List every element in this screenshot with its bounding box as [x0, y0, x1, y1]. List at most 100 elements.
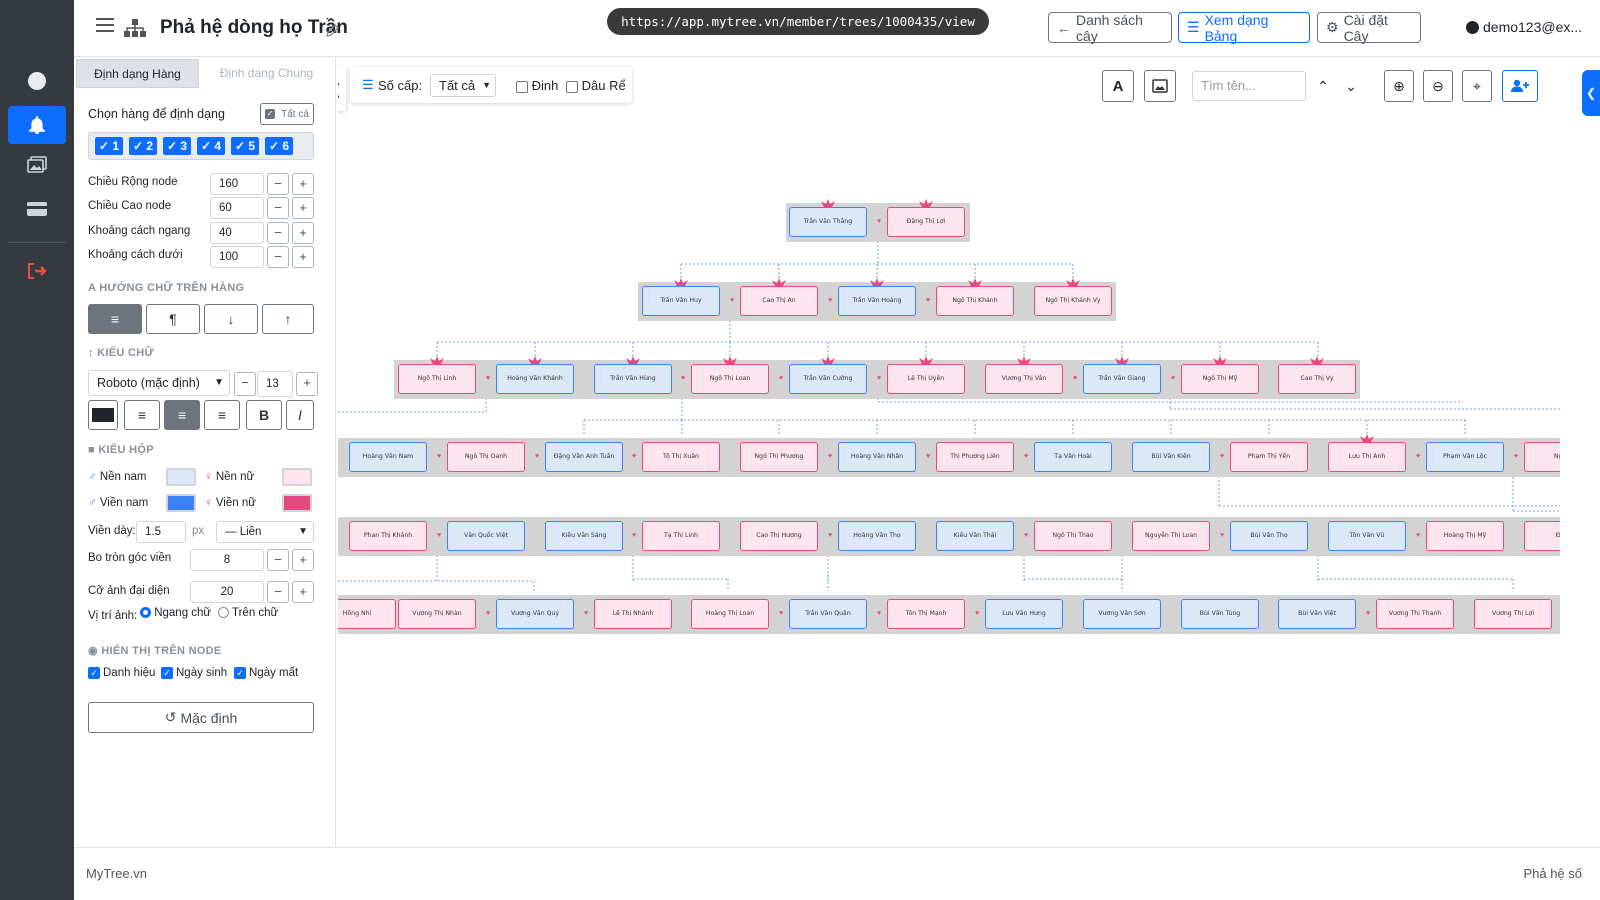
person-node[interactable]: Ngô T [1524, 442, 1560, 472]
search-input[interactable]: Tìm tên... [1192, 71, 1306, 101]
sidebar-item-home[interactable] [8, 62, 66, 100]
person-node[interactable]: Văn Quốc Việt [447, 521, 525, 551]
zoom-in-button[interactable]: ⊕ [1384, 70, 1414, 102]
person-node[interactable]: Ngô Thị Mỹ [1181, 364, 1259, 394]
font-size-increment[interactable]: + [296, 372, 318, 396]
collapse-panel-button[interactable]: ❮ [338, 67, 346, 111]
show-birth-checkbox[interactable]: ✓ Ngày sinh [161, 667, 227, 679]
radius-decrement[interactable]: − [267, 549, 289, 571]
person-node[interactable]: Trần Văn Quân [789, 599, 867, 629]
align-right-button[interactable]: ≡ [204, 400, 240, 430]
person-node[interactable]: Ngô Thị Thảo [1034, 521, 1112, 551]
show-death-checkbox[interactable]: ✓ Ngày mất [234, 667, 298, 679]
font-size-input[interactable]: 13 [257, 371, 293, 397]
person-node[interactable]: Lê Thị Nhành [594, 599, 672, 629]
person-node[interactable]: Thị Phương Liên [936, 442, 1014, 472]
person-node[interactable]: Hoàng Thị Loan [691, 599, 769, 629]
person-node[interactable]: Bùi Văn Kiên [1132, 442, 1210, 472]
hgap-input[interactable]: 40 [210, 222, 264, 244]
vgap-decrement[interactable]: − [267, 246, 289, 268]
search-next-button[interactable]: ⌄ [1340, 70, 1362, 102]
tree-canvas[interactable]: Trần Văn Thắng Đặng Thị Lợi ♥ Trần Văn Huy C… [338, 57, 1560, 847]
bold-button[interactable]: B [246, 400, 282, 430]
person-node[interactable]: Bùi Văn Việt [1278, 599, 1356, 629]
border-width-input[interactable]: 1.5 [136, 521, 186, 543]
row-checkbox-2[interactable]: ✓ 2 [129, 137, 157, 155]
person-node[interactable]: Trần Văn Cường [789, 364, 867, 394]
row-checkbox-4[interactable]: ✓ 4 [197, 137, 225, 155]
person-node[interactable]: Bùi Văn Tùng [1181, 599, 1259, 629]
font-color-button[interactable] [88, 400, 118, 430]
person-node[interactable]: Ngô Thị Phương [740, 442, 818, 472]
table-view-button[interactable]: ☰ Xem dạng Bảng [1178, 12, 1310, 44]
center-button[interactable]: ⌖ [1462, 70, 1492, 102]
text-down-button[interactable]: ↓ [204, 304, 258, 334]
person-node[interactable]: Vương Văn Quý [496, 599, 574, 629]
avatar-size-increment[interactable]: + [292, 581, 314, 603]
person-node[interactable]: Tôn Thị Mạnh [887, 599, 965, 629]
hgap-increment[interactable]: + [292, 222, 314, 244]
person-node[interactable]: Hoàng Văn Thọ [838, 521, 916, 551]
row-checkbox-5[interactable]: ✓ 5 [231, 137, 259, 155]
text-paragraph-button[interactable]: ¶ [146, 304, 200, 334]
person-node[interactable]: Ngô Thị Khánh Vy [1034, 286, 1112, 316]
person-node[interactable]: Ngô Thị Oanh [447, 442, 525, 472]
person-node[interactable]: Lưu Văn Hưng [985, 599, 1063, 629]
person-node[interactable]: Vương Thị Vân [985, 364, 1063, 394]
right-panel-toggle[interactable]: ❮ [1582, 70, 1600, 116]
person-node[interactable]: Ngô Thị Loan [691, 364, 769, 394]
tree-list-button[interactable]: ← Danh sách cây [1048, 12, 1172, 44]
male-bg-color[interactable] [166, 468, 196, 486]
italic-button[interactable]: I [286, 400, 314, 430]
image-toggle-button[interactable] [1144, 70, 1176, 102]
align-left-button[interactable]: ≡ [124, 400, 160, 430]
row-checkbox-1[interactable]: ✓ 1 [95, 137, 123, 155]
sidebar-item-payments[interactable] [8, 190, 66, 228]
person-node[interactable]: Vương Văn Sơn [1083, 599, 1161, 629]
font-toggle-button[interactable]: A [1102, 70, 1134, 102]
person-node[interactable]: Cao Thị Hương [740, 521, 818, 551]
tab-general-format[interactable]: Định dạng Chung [201, 59, 332, 88]
person-node[interactable]: Tạ Văn Hoài [1034, 442, 1112, 472]
align-center-button[interactable]: ≡ [164, 400, 200, 430]
person-node[interactable]: Kiều Văn Sáng [545, 521, 623, 551]
person-node[interactable]: Phạm Thị Yến [1230, 442, 1308, 472]
font-size-decrement[interactable]: − [234, 372, 256, 396]
tab-row-format[interactable]: Định dạng Hàng [76, 59, 199, 88]
zoom-out-button[interactable]: ⊖ [1423, 70, 1453, 102]
sidebar-item-images[interactable] [8, 146, 66, 184]
person-node[interactable]: Phan Thị Khánh [349, 521, 427, 551]
person-node[interactable]: Vương Thị Lợi [1474, 599, 1552, 629]
image-position-horizontal[interactable]: Ngang chữ [140, 607, 211, 619]
row-checkbox-3[interactable]: ✓ 3 [163, 137, 191, 155]
person-node[interactable]: Cao Thị An [740, 286, 818, 316]
person-node[interactable]: Phạm Văn Lộc [1426, 442, 1504, 472]
female-border-color[interactable] [282, 494, 312, 512]
levels-select[interactable]: Tất cả ▼ [430, 74, 496, 97]
person-node[interactable]: Đặng Thị Lợi [887, 207, 965, 237]
male-border-color[interactable] [166, 494, 196, 512]
person-node[interactable]: Ngô Thị Khánh [936, 286, 1014, 316]
radius-increment[interactable]: + [292, 549, 314, 571]
text-up-button[interactable]: ↑ [262, 304, 314, 334]
person-node[interactable]: Hồng Nhi [338, 599, 396, 629]
sidebar-item-logout[interactable] [8, 252, 66, 290]
person-node[interactable]: Vương Thị Nhàn [398, 599, 476, 629]
node-width-input[interactable]: 160 [210, 173, 264, 195]
person-node[interactable]: Lưu Thị Anh [1328, 442, 1406, 472]
reset-button[interactable]: ↺ Mặc định [88, 702, 314, 733]
search-prev-button[interactable]: ⌃ [1312, 70, 1334, 102]
person-node[interactable]: Trần Văn Hoàng [838, 286, 916, 316]
font-select[interactable]: Roboto (mặc định) ▼ [88, 370, 230, 396]
person-node[interactable]: Hoàng Thị Mỹ [1426, 521, 1504, 551]
person-node[interactable]: Kiều Văn Thái [936, 521, 1014, 551]
add-member-button[interactable] [1502, 70, 1538, 102]
person-node[interactable]: Hoàng Văn Nam [349, 442, 427, 472]
pencil-icon[interactable] [326, 24, 339, 37]
person-node[interactable]: Đặng Văn Anh Tuấn [545, 442, 623, 472]
sidebar-item-notifications[interactable] [8, 106, 66, 144]
person-node[interactable]: Ngô Thị Linh [398, 364, 476, 394]
node-height-increment[interactable]: + [292, 197, 314, 219]
avatar-size-decrement[interactable]: − [267, 581, 289, 603]
person-node[interactable]: Bùi Văn Thọ [1230, 521, 1308, 551]
